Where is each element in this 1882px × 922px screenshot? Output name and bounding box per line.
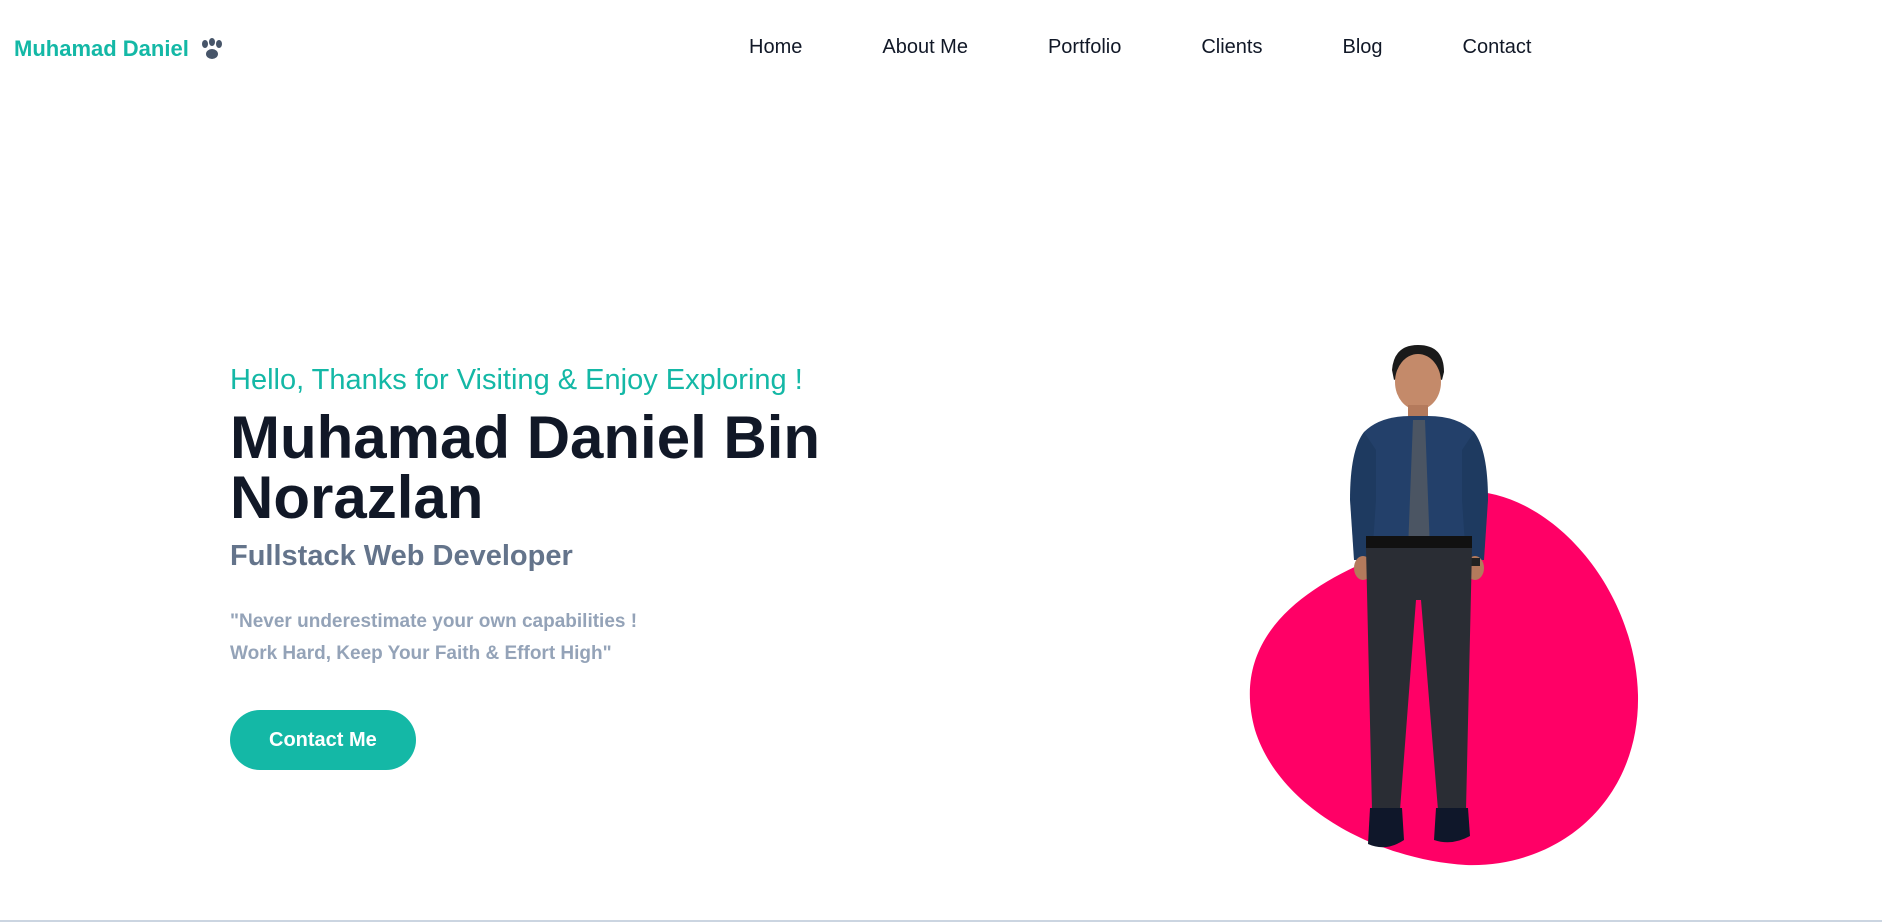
hero-section: Hello, Thanks for Visiting & Enjoy Explo…	[230, 360, 930, 770]
role-subtitle: Fullstack Web Developer	[230, 540, 573, 572]
page-title: Muhamad Daniel Bin Norazlan	[230, 408, 930, 528]
name-line-1: Muhamad Daniel Bin	[230, 404, 821, 471]
nav-link-blog[interactable]: Blog	[1342, 36, 1382, 58]
navbar: Muhamad Daniel Home About Me Portfolio C…	[0, 0, 1882, 100]
paw-icon	[201, 38, 222, 59]
contact-me-button[interactable]: Contact Me	[230, 710, 416, 770]
name-line-2: Norazlan	[230, 464, 484, 531]
nav-link-portfolio[interactable]: Portfolio	[1048, 36, 1121, 58]
greeting-text: Hello, Thanks for Visiting & Enjoy Explo…	[230, 364, 803, 396]
nav-link-home[interactable]: Home	[749, 36, 802, 58]
quote-line-2: Work Hard, Keep Your Faith & Effort High…	[230, 643, 612, 664]
quote-line-1: "Never underestimate your own capabiliti…	[230, 611, 638, 632]
brand-name: Muhamad Daniel	[14, 36, 189, 61]
portrait	[1240, 340, 1650, 870]
quote: "Never underestimate your own capabiliti…	[230, 606, 930, 670]
nav-link-contact[interactable]: Contact	[1463, 36, 1532, 58]
nav-menu: Home About Me Portfolio Clients Blog Con…	[749, 36, 1531, 59]
person-photo	[1350, 345, 1488, 848]
nav-link-clients[interactable]: Clients	[1201, 36, 1262, 58]
brand-link[interactable]: Muhamad Daniel	[14, 36, 225, 62]
nav-link-about[interactable]: About Me	[882, 36, 968, 58]
